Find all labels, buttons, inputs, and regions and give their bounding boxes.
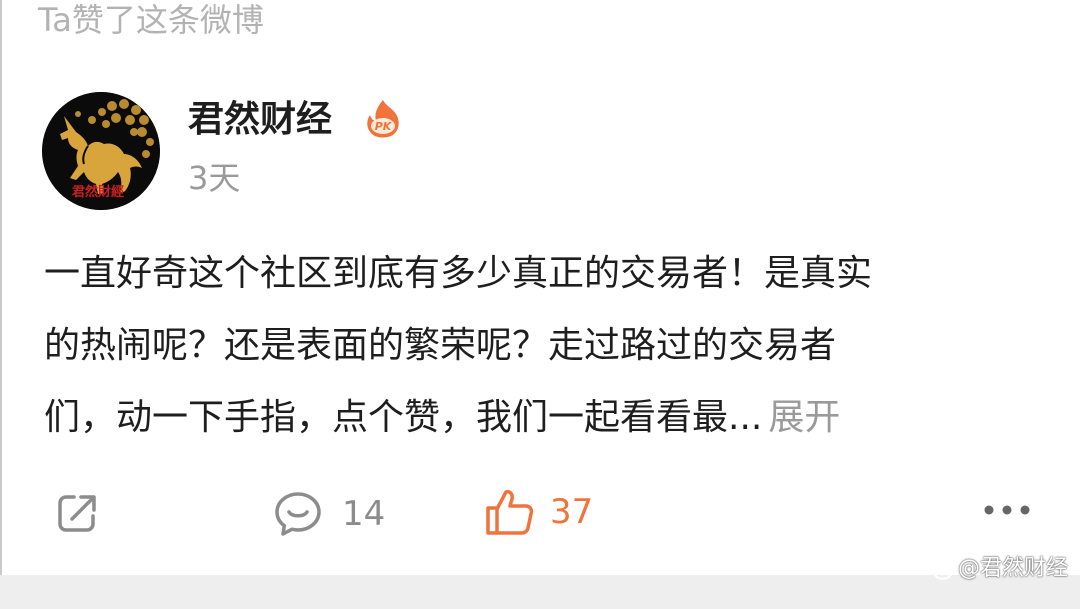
like-count: 37	[550, 492, 594, 532]
card-separator-band	[0, 575, 1080, 609]
share-icon	[58, 495, 96, 532]
like-button[interactable]: 37	[484, 486, 593, 538]
comment-icon	[275, 492, 321, 536]
comment-button[interactable]: 14	[272, 488, 385, 540]
author-name[interactable]: 君然财经	[188, 96, 332, 144]
liked-by-note: Ta赞了这条微博	[38, 1, 264, 39]
share-button[interactable]	[52, 488, 102, 538]
post-text-line-content: 们，动一下手指，点个赞，我们一起看看最...	[44, 397, 763, 438]
watermark-text: @君然财经	[957, 556, 1068, 581]
unicorn-logo-icon: 君然財經	[42, 92, 160, 210]
more-dots-icon	[984, 505, 1030, 515]
thumbs-up-icon	[486, 490, 534, 535]
post-text-line: 一直好奇这个社区到底有多少真正的交易者！是真实	[44, 253, 873, 294]
pk-badge-text: PK	[375, 120, 393, 133]
weibo-logo-icon	[933, 561, 953, 580]
post-text-line: 的热闹呢？还是表面的繁荣呢？走过路过的交易者	[44, 325, 837, 366]
avatar-brand-text: 君然財經	[72, 184, 124, 200]
pk-flame-badge[interactable]: PK	[364, 98, 402, 138]
weibo-post-card: Ta赞了这条微博 君然財經 君然财经 PK 3天 一直好奇这个社区到底有多少真正…	[0, 0, 1080, 609]
card-edge-divider	[0, 0, 2, 575]
post-timestamp: 3天	[188, 159, 241, 197]
author-avatar[interactable]: 君然財經	[42, 92, 160, 210]
comment-count: 14	[342, 494, 386, 534]
post-text-line-last: 们，动一下手指，点个赞，我们一起看看最... 展开	[44, 382, 1044, 454]
more-options-button[interactable]	[982, 500, 1032, 520]
pk-flame-icon: PK	[367, 100, 399, 138]
expand-link[interactable]: 展开	[768, 397, 840, 438]
post-text[interactable]: 一直好奇这个社区到底有多少真正的交易者！是真实 的热闹呢？还是表面的繁荣呢？走过…	[44, 238, 1044, 454]
weibo-watermark: @君然财经	[930, 555, 1068, 583]
